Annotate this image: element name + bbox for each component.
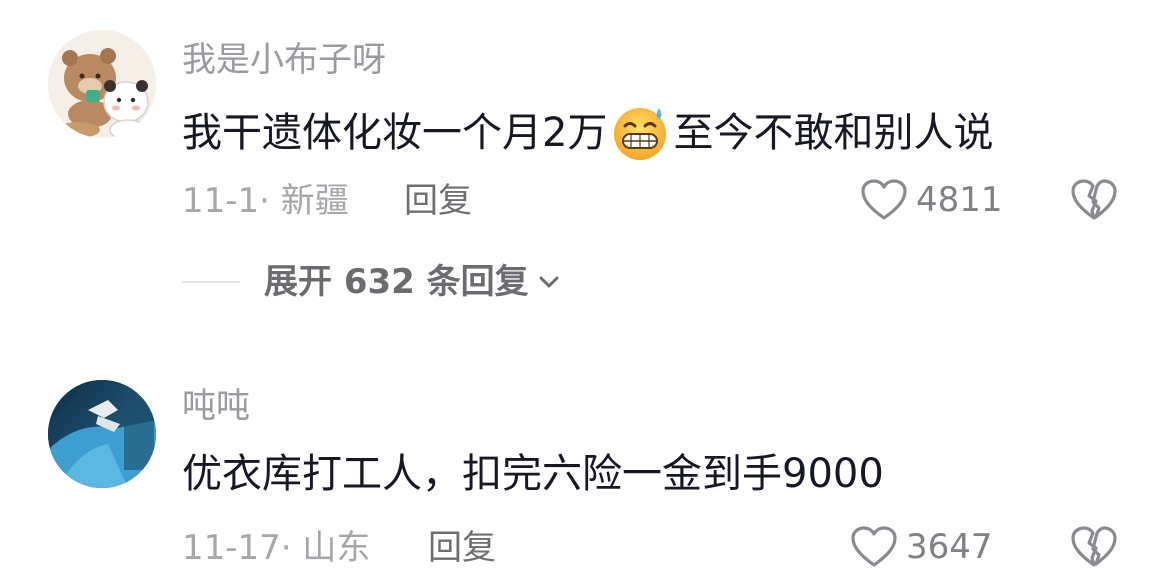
avatar[interactable] [48,380,156,488]
comment-username[interactable]: 吨吨 [182,386,250,426]
reply-button[interactable]: 回复 [428,528,496,568]
like-count: 3647 [906,527,993,567]
broken-heart-icon [1071,526,1117,567]
hand-avatar-icon [48,380,156,488]
comment-meta: 11-17· 山东 [182,528,371,568]
comment-item: 吨吨 优衣库打工人，扣完六险一金到手9000 11-17· 山东 回复 3647 [0,0,1170,583]
like-button[interactable]: 3647 [850,525,993,569]
dislike-button[interactable] [1070,525,1118,573]
comment-text: 优衣库打工人，扣完六险一金到手9000 [182,451,884,497]
heart-icon [851,526,897,567]
